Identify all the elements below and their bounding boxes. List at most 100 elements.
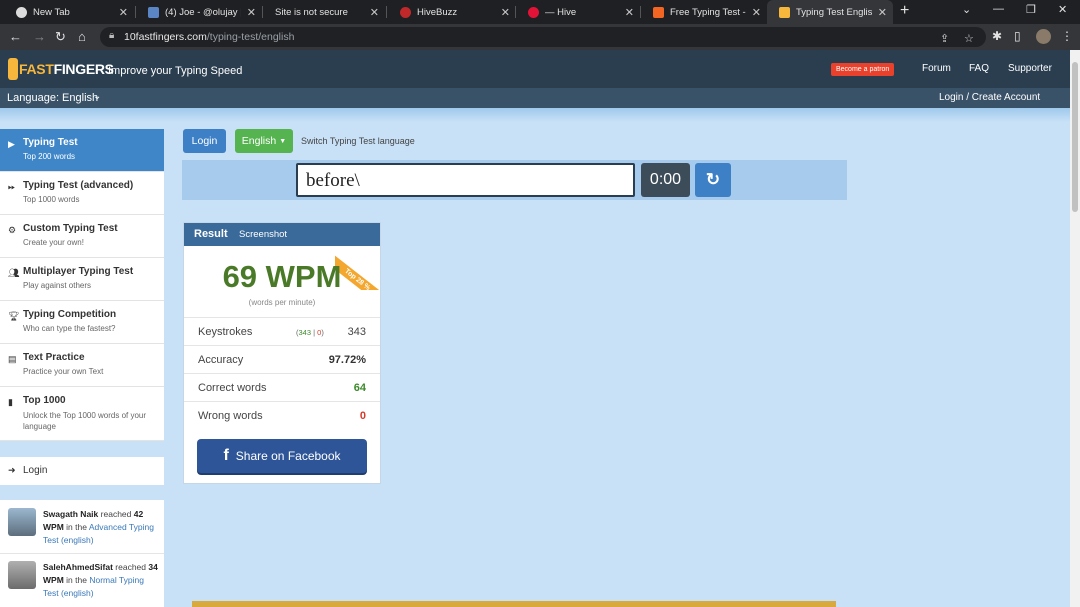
site-tagline: Improve your Typing Speed <box>108 65 243 77</box>
sidebar-item-subtitle: Top 200 words <box>23 152 76 161</box>
sidebar-item-typing-test[interactable]: ▶ Typing Test Top 200 words <box>0 129 164 172</box>
feed-user-name[interactable]: Swagath Naik <box>43 509 98 519</box>
login-create-account-link[interactable]: Login / Create Account <box>939 92 1040 103</box>
stat-label: Keystrokes <box>198 326 253 338</box>
play-icon: ▶ <box>8 139 15 149</box>
browser-tab-typing-test-english[interactable]: Typing Test English - ✕ <box>767 0 893 24</box>
tab-screenshot[interactable]: Screenshot <box>239 229 287 240</box>
minimize-icon[interactable]: — <box>993 3 1004 15</box>
wpm-caption: (words per minute) <box>248 298 316 307</box>
hivebuzz-icon <box>400 6 411 18</box>
logo-text: FASTFINGERS <box>19 61 114 77</box>
logo-fast: FAST <box>19 61 54 77</box>
sidebar-item-custom-typing-test[interactable]: ⚙ Custom Typing Test Create your own! <box>0 215 164 258</box>
sidebar-item-multiplayer[interactable]: 👥︎ Multiplayer Typing Test Play against … <box>0 258 164 301</box>
facebook-icon: f <box>223 447 229 464</box>
bottom-banner <box>192 601 836 607</box>
avatar[interactable] <box>8 561 36 589</box>
restart-button[interactable]: ↻ <box>695 163 731 197</box>
stat-value: 343 <box>347 326 366 338</box>
side-panel-icon[interactable]: ▯ <box>1014 29 1021 43</box>
login-button[interactable]: Login <box>183 129 226 153</box>
browser-tab-hivebuzz[interactable]: HiveBuzz ✕ <box>388 0 516 24</box>
language-dropdown-button[interactable]: English ▼ <box>235 129 293 153</box>
close-icon[interactable]: ✕ <box>878 6 887 19</box>
browser-tab-hive[interactable]: — Hive ✕ <box>516 0 640 24</box>
close-icon[interactable]: ✕ <box>625 6 634 19</box>
reload-icon[interactable]: ↻ <box>55 29 66 45</box>
sidebar-item-subtitle: Play against others <box>23 281 92 290</box>
browser-tab-strip: New Tab ✕ (4) Joe - @olujay | Pe ✕ Site … <box>0 0 1080 24</box>
tab-title: (4) Joe - @olujay | Pe <box>165 6 241 18</box>
feed-text: Swagath Naik reached 42 WPM in the Advan… <box>43 508 158 547</box>
tab-search-icon[interactable]: ⌄ <box>962 3 971 16</box>
close-icon[interactable]: ✕ <box>370 6 379 19</box>
browser-tab-not-secure[interactable]: Site is not secure ✕ <box>263 0 385 24</box>
profile-avatar[interactable] <box>1036 29 1051 44</box>
tab-title: Free Typing Test - Ch <box>670 6 746 18</box>
feed-item: SalehAhmedSifat reached 34 WPM in the No… <box>0 553 164 605</box>
sidebar-item-typing-competition[interactable]: 🏆︎ Typing Competition Who can type the f… <box>0 301 164 344</box>
close-icon[interactable]: ✕ <box>752 6 761 19</box>
sidebar-item-subtitle: Top 1000 words <box>23 195 80 204</box>
tab-title: Site is not secure <box>275 6 348 18</box>
header-shadow <box>0 108 1080 122</box>
avatar[interactable] <box>8 508 36 536</box>
feed-unit: WPM <box>43 522 64 532</box>
feed-verb: reached <box>100 509 132 519</box>
become-patron-button[interactable]: Become a patron <box>831 63 895 76</box>
lock-icon[interactable]: 🔒︎ <box>109 30 114 41</box>
home-icon[interactable]: ⌂ <box>78 29 86 44</box>
nav-forum[interactable]: Forum <box>922 63 951 74</box>
sidebar-login-link[interactable]: ➜ Login <box>0 457 164 485</box>
address-bar[interactable]: 🔒︎ 10fastfingers.com/typing-test/english… <box>100 27 986 47</box>
hive-icon <box>528 6 539 18</box>
back-icon[interactable]: ← <box>9 29 22 44</box>
site-logo[interactable]: FASTFINGERS <box>8 56 114 82</box>
feed-item: Swagath Naik reached 42 WPM in the Advan… <box>0 500 164 552</box>
typing-input[interactable]: before\ <box>296 163 635 197</box>
feed-user-name[interactable]: SalehAhmedSifat <box>43 562 113 572</box>
gears-icon: ⚙ <box>8 225 17 235</box>
browser-tab-new-tab[interactable]: New Tab ✕ <box>4 0 134 24</box>
logo-fingers: FINGERS <box>53 61 114 77</box>
close-icon[interactable]: ✕ <box>247 6 256 19</box>
keystrokes-sep: | <box>313 328 316 337</box>
chevron-down-icon[interactable]: ⌄ <box>93 91 101 102</box>
trophy-icon: 🏆︎ <box>8 311 20 321</box>
close-icon[interactable]: ✕ <box>119 6 128 19</box>
nav-supporter[interactable]: Supporter <box>1008 63 1052 74</box>
sidebar-item-subtitle: Practice your own Text <box>23 367 104 376</box>
keystrokes-correct: 343 <box>298 328 312 337</box>
sign-in-icon: ➜ <box>8 465 16 475</box>
tab-result[interactable]: Result <box>194 228 228 240</box>
feed-score: 34 <box>148 562 158 572</box>
more-menu-icon[interactable]: ⋮ <box>1061 29 1073 43</box>
new-tab-icon[interactable]: + <box>900 2 909 20</box>
share-icon[interactable]: ⇪ <box>940 32 949 45</box>
sidebar-item-text-practice[interactable]: ▤ Text Practice Practice your own Text <box>0 344 164 387</box>
result-tabs: Result Screenshot <box>184 223 380 246</box>
10fastfingers-icon <box>779 6 790 18</box>
browser-tab-joe[interactable]: (4) Joe - @olujay | Pe ✕ <box>136 0 262 24</box>
language-selector[interactable]: Language: English <box>7 92 98 104</box>
window-close-icon[interactable]: ✕ <box>1058 3 1067 16</box>
stat-row-accuracy: Accuracy 97.72% <box>184 345 380 373</box>
browser-toolbar: ← → ↻ ⌂ 🔒︎ 10fastfingers.com/typing-test… <box>0 24 1080 50</box>
page-scrollbar[interactable] <box>1070 50 1080 607</box>
bookmark-star-icon[interactable]: ☆ <box>964 32 974 45</box>
extensions-icon[interactable]: ✱ <box>992 29 1002 43</box>
url-path: /typing-test/english <box>206 31 295 43</box>
sidebar-item-top-1000[interactable]: ▮ Top 1000 Unlock the Top 1000 words of … <box>0 387 164 441</box>
stat-label: Accuracy <box>198 354 244 366</box>
tab-title: HiveBuzz <box>417 6 458 18</box>
nav-faq[interactable]: FAQ <box>969 63 989 74</box>
close-icon[interactable]: ✕ <box>501 6 510 19</box>
sidebar-item-title: Typing Test (advanced) <box>23 180 134 191</box>
share-facebook-button[interactable]: f Share on Facebook <box>197 439 367 473</box>
maximize-icon[interactable]: ❐ <box>1026 3 1036 16</box>
forward-icon[interactable]: → <box>33 29 46 44</box>
browser-tab-free-typing-test[interactable]: Free Typing Test - Ch ✕ <box>641 0 767 24</box>
sidebar-item-typing-test-advanced[interactable]: ⏩︎ Typing Test (advanced) Top 1000 words <box>0 172 164 215</box>
scrollbar-thumb[interactable] <box>1072 62 1078 212</box>
